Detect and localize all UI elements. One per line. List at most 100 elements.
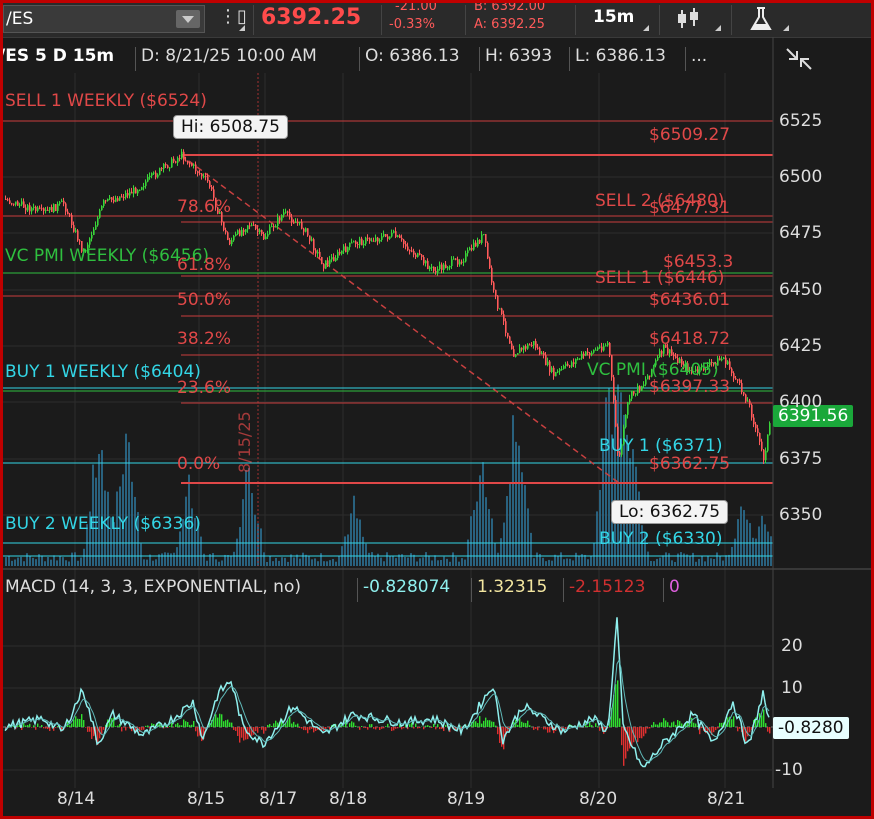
candle-body [103,200,105,206]
macd-histogram-bar [303,727,305,731]
volume-bar [284,557,286,566]
volume-bar [599,489,601,566]
macd-histogram-bar [655,724,657,727]
candle-body [347,247,349,253]
candle-body [211,186,213,190]
date-tick: 8/14 [57,789,96,809]
macd-histogram-bar [379,727,381,730]
candle-body [733,373,735,379]
sell1-label: SELL 1 ($6446) [595,268,725,288]
candle-body [567,363,569,366]
macd-histogram-bar [235,727,237,731]
candle-body [283,212,285,216]
macd-histogram-bar [719,722,721,727]
divider [563,578,564,602]
candle-body [405,244,407,247]
candle-body [553,367,555,377]
candle-body [345,246,347,253]
fib-786-label: 78.6% [177,197,232,217]
macd-histogram-bar [103,727,105,730]
macd-histogram-bar [747,727,749,737]
macd-histogram-bar [387,723,389,727]
candle-body [301,221,303,229]
macd-histogram-bar [383,727,385,729]
macd-histogram-bar [221,714,223,727]
volume-bar [11,560,13,566]
candle-body [281,215,283,221]
macd-histogram-bar [145,725,147,727]
macd-histogram-bar [191,724,193,727]
candle-body [735,378,737,380]
macd-histogram-bar [497,727,499,735]
volume-bar [254,514,256,566]
macd-histogram-bar [297,723,299,727]
macd-histogram-bar [325,727,327,729]
macd-histogram-bar [175,724,177,727]
macd-histogram-bar [237,727,239,736]
candle-body [113,199,115,202]
candle-body [507,332,509,337]
candle-body [71,215,73,226]
candle-body [395,231,397,237]
macd-study-name[interactable]: MACD (14, 3, 3, EXPONENTIAL, no) [5,577,301,597]
volume-bar [269,555,271,566]
macd-histogram-bar [229,722,231,727]
candle-body [99,210,101,218]
volume-bar [77,560,79,566]
candle-body [603,346,605,351]
candle-body [203,176,205,178]
macd-histogram-bar [767,727,769,732]
price-6418-label: $6418.72 [649,329,731,349]
candle-body [407,246,409,251]
candle-body [145,181,147,187]
candle-body [247,225,249,230]
macd-histogram-bar [261,727,263,730]
macd-histogram-bar [225,720,227,727]
volume-bar [548,559,550,566]
candle-body [495,289,497,296]
price-chart[interactable] [3,3,871,816]
volume-bar [380,557,382,566]
candle-body [115,198,117,202]
candle-body [61,200,63,202]
candle-body [627,402,629,415]
candle-body [129,191,131,196]
macd-histogram-bar [665,720,667,727]
macd-histogram-bar [597,726,599,727]
candle-body [107,198,109,201]
volume-bar [428,555,430,566]
candle-body [455,258,457,260]
candle-body [95,225,97,230]
volume-bar [272,561,274,566]
candle-body [181,151,183,159]
candle-body [629,398,631,403]
macd-histogram-bar [177,722,179,727]
macd-histogram-bar [223,721,225,727]
volume-bar [668,553,670,566]
candle-body [383,234,385,237]
candle-body [245,229,247,232]
macd-histogram-bar [305,727,307,731]
candle-body [55,204,57,211]
volume-bar [650,561,652,566]
macd-histogram-bar [391,727,393,732]
candle-body [381,236,383,240]
candle-body [189,163,191,165]
macd-histogram-bar [73,719,75,727]
volume-bar [452,552,454,566]
candle-body [433,266,435,271]
volume-bar [224,554,226,566]
volume-bar [179,531,181,566]
candle-body [525,346,527,349]
candle-body [765,450,767,461]
macd-histogram-bar [101,727,103,734]
macd-histogram-bar [591,725,593,727]
macd-histogram-bar [41,725,43,727]
macd-histogram-bar [427,725,429,727]
candle-body [451,259,453,267]
volume-bar [332,558,334,566]
candle-body [581,353,583,359]
volume-bar [281,557,283,566]
candle-body [469,247,471,251]
volume-bar [551,560,553,566]
